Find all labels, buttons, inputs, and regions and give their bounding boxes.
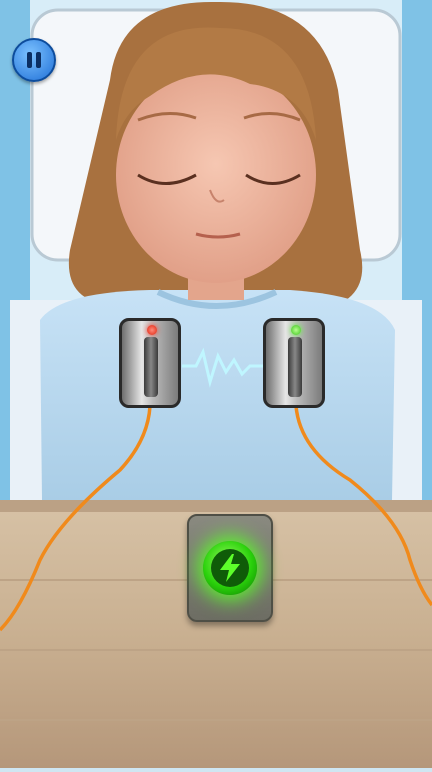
shock-button[interactable] (187, 514, 273, 622)
patient-face (116, 67, 316, 283)
game-scene (0, 0, 432, 768)
red-led-indicator (147, 325, 157, 335)
pause-button[interactable] (12, 38, 56, 82)
pause-icon (27, 52, 32, 68)
left-electrode[interactable] (119, 318, 181, 408)
green-led-indicator (291, 325, 301, 335)
scene-illustration (0, 0, 432, 768)
lightning-bolt-icon (220, 554, 240, 582)
right-electrode[interactable] (263, 318, 325, 408)
hospital-gown (40, 290, 395, 500)
